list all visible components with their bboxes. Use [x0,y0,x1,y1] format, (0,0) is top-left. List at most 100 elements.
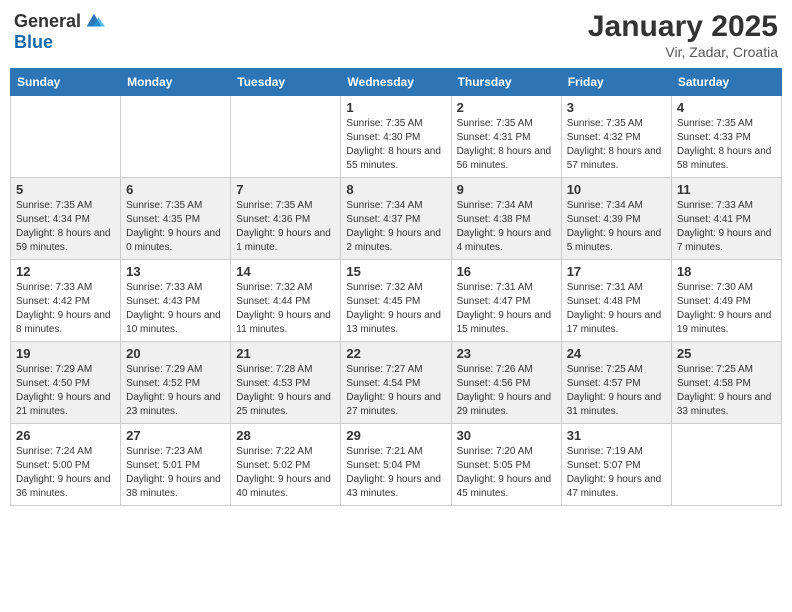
day-number: 2 [457,100,556,115]
calendar-cell: 4 Sunrise: 7:35 AM Sunset: 4:33 PM Daylig… [671,96,781,178]
calendar-table: SundayMondayTuesdayWednesdayThursdayFrid… [10,68,782,506]
calendar-cell [671,424,781,506]
calendar-cell: 31 Sunrise: 7:19 AM Sunset: 5:07 PM Dayli… [561,424,671,506]
calendar-cell: 16 Sunrise: 7:31 AM Sunset: 4:47 PM Dayli… [451,260,561,342]
day-number: 26 [16,428,115,443]
calendar-cell: 28Sunrise: 7:22 AM Sunset: 5:02 PM Dayli… [231,424,341,506]
calendar-cell: 17 Sunrise: 7:31 AM Sunset: 4:48 PM Dayli… [561,260,671,342]
weekday-header-saturday: Saturday [671,69,781,96]
day-number: 17 [567,264,666,279]
weekday-header-thursday: Thursday [451,69,561,96]
calendar-cell: 18Sunrise: 7:30 AM Sunset: 4:49 PM Dayli… [671,260,781,342]
day-info: Sunrise: 7:33 AM Sunset: 4:42 PM Dayligh… [16,281,115,337]
day-info: Sunrise: 7:31 AM Sunset: 4:47 PM Dayligh… [457,281,556,337]
calendar-cell: 14 Sunrise: 7:32 AM Sunset: 4:44 PM Dayli… [231,260,341,342]
day-number: 1 [346,100,445,115]
day-info: Sunrise: 7:34 AM Sunset: 4:37 PM Dayligh… [346,199,445,255]
calendar-cell: 22Sunrise: 7:27 AM Sunset: 4:54 PM Dayli… [341,342,451,424]
day-info: Sunrise: 7:32 AM Sunset: 4:44 PM Dayligh… [236,281,335,337]
day-number: 6 [126,182,225,197]
day-number: 9 [457,182,556,197]
calendar-cell [11,96,121,178]
week-row-3: 12 Sunrise: 7:33 AM Sunset: 4:42 PM Dayli… [11,260,782,342]
day-info: Sunrise: 7:21 AM Sunset: 5:04 PM Dayligh… [346,445,445,501]
day-number: 23 [457,346,556,361]
week-row-4: 19Sunrise: 7:29 AM Sunset: 4:50 PM Dayli… [11,342,782,424]
calendar-cell: 23 Sunrise: 7:26 AM Sunset: 4:56 PM Dayli… [451,342,561,424]
calendar-cell: 5 Sunrise: 7:35 AM Sunset: 4:34 PM Daylig… [11,178,121,260]
calendar-cell: 2 Sunrise: 7:35 AM Sunset: 4:31 PM Daylig… [451,96,561,178]
day-info: Sunrise: 7:33 AM Sunset: 4:43 PM Dayligh… [126,281,225,337]
month-year-title: January 2025 [588,10,778,44]
day-number: 24 [567,346,666,361]
day-number: 7 [236,182,335,197]
day-info: Sunrise: 7:26 AM Sunset: 4:56 PM Dayligh… [457,363,556,419]
day-number: 12 [16,264,115,279]
day-number: 21 [236,346,335,361]
week-row-1: 1 Sunrise: 7:35 AM Sunset: 4:30 PM Daylig… [11,96,782,178]
day-number: 14 [236,264,335,279]
calendar-cell: 3 Sunrise: 7:35 AM Sunset: 4:32 PM Daylig… [561,96,671,178]
calendar-cell: 10Sunrise: 7:34 AM Sunset: 4:39 PM Dayli… [561,178,671,260]
page-header: General Blue January 2025 Vir, Zadar, Cr… [10,10,782,60]
day-number: 5 [16,182,115,197]
day-info: Sunrise: 7:29 AM Sunset: 4:50 PM Dayligh… [16,363,115,419]
calendar-cell: 19Sunrise: 7:29 AM Sunset: 4:50 PM Dayli… [11,342,121,424]
calendar-cell [231,96,341,178]
day-info: Sunrise: 7:35 AM Sunset: 4:31 PM Dayligh… [457,117,556,173]
calendar-cell: 24 Sunrise: 7:25 AM Sunset: 4:57 PM Dayli… [561,342,671,424]
day-number: 3 [567,100,666,115]
day-number: 30 [457,428,556,443]
calendar-cell: 7 Sunrise: 7:35 AM Sunset: 4:36 PM Daylig… [231,178,341,260]
logo-blue-text: Blue [14,32,53,53]
day-info: Sunrise: 7:35 AM Sunset: 4:35 PM Dayligh… [126,199,225,255]
weekday-header-friday: Friday [561,69,671,96]
calendar-cell: 11 Sunrise: 7:33 AM Sunset: 4:41 PM Dayli… [671,178,781,260]
logo-icon [83,10,105,32]
weekday-header-monday: Monday [121,69,231,96]
weekday-header-row: SundayMondayTuesdayWednesdayThursdayFrid… [11,69,782,96]
day-number: 31 [567,428,666,443]
day-number: 22 [346,346,445,361]
day-info: Sunrise: 7:28 AM Sunset: 4:53 PM Dayligh… [236,363,335,419]
day-number: 13 [126,264,225,279]
day-number: 16 [457,264,556,279]
day-info: Sunrise: 7:19 AM Sunset: 5:07 PM Dayligh… [567,445,666,501]
day-info: Sunrise: 7:31 AM Sunset: 4:48 PM Dayligh… [567,281,666,337]
day-number: 28 [236,428,335,443]
logo: General Blue [14,10,105,53]
calendar-cell: 27 Sunrise: 7:23 AM Sunset: 5:01 PM Dayli… [121,424,231,506]
day-info: Sunrise: 7:20 AM Sunset: 5:05 PM Dayligh… [457,445,556,501]
day-info: Sunrise: 7:25 AM Sunset: 4:57 PM Dayligh… [567,363,666,419]
day-info: Sunrise: 7:23 AM Sunset: 5:01 PM Dayligh… [126,445,225,501]
day-info: Sunrise: 7:33 AM Sunset: 4:41 PM Dayligh… [677,199,776,255]
logo-general-text: General [14,11,81,32]
day-info: Sunrise: 7:35 AM Sunset: 4:34 PM Dayligh… [16,199,115,255]
day-number: 8 [346,182,445,197]
location-subtitle: Vir, Zadar, Croatia [588,44,778,60]
calendar-cell: 25Sunrise: 7:25 AM Sunset: 4:58 PM Dayli… [671,342,781,424]
calendar-cell: 12 Sunrise: 7:33 AM Sunset: 4:42 PM Dayli… [11,260,121,342]
calendar-cell: 1 Sunrise: 7:35 AM Sunset: 4:30 PM Daylig… [341,96,451,178]
day-info: Sunrise: 7:35 AM Sunset: 4:33 PM Dayligh… [677,117,776,173]
day-number: 25 [677,346,776,361]
day-number: 4 [677,100,776,115]
day-number: 11 [677,182,776,197]
calendar-cell: 29 Sunrise: 7:21 AM Sunset: 5:04 PM Dayli… [341,424,451,506]
day-number: 18 [677,264,776,279]
calendar-cell: 13 Sunrise: 7:33 AM Sunset: 4:43 PM Dayli… [121,260,231,342]
day-info: Sunrise: 7:24 AM Sunset: 5:00 PM Dayligh… [16,445,115,501]
day-info: Sunrise: 7:35 AM Sunset: 4:36 PM Dayligh… [236,199,335,255]
day-info: Sunrise: 7:32 AM Sunset: 4:45 PM Dayligh… [346,281,445,337]
calendar-cell: 8 Sunrise: 7:34 AM Sunset: 4:37 PM Daylig… [341,178,451,260]
week-row-5: 26 Sunrise: 7:24 AM Sunset: 5:00 PM Dayli… [11,424,782,506]
day-info: Sunrise: 7:35 AM Sunset: 4:30 PM Dayligh… [346,117,445,173]
day-info: Sunrise: 7:34 AM Sunset: 4:38 PM Dayligh… [457,199,556,255]
day-info: Sunrise: 7:29 AM Sunset: 4:52 PM Dayligh… [126,363,225,419]
calendar-cell: 20Sunrise: 7:29 AM Sunset: 4:52 PM Dayli… [121,342,231,424]
day-number: 29 [346,428,445,443]
day-number: 27 [126,428,225,443]
day-info: Sunrise: 7:35 AM Sunset: 4:32 PM Dayligh… [567,117,666,173]
day-number: 10 [567,182,666,197]
calendar-cell: 30 Sunrise: 7:20 AM Sunset: 5:05 PM Dayli… [451,424,561,506]
